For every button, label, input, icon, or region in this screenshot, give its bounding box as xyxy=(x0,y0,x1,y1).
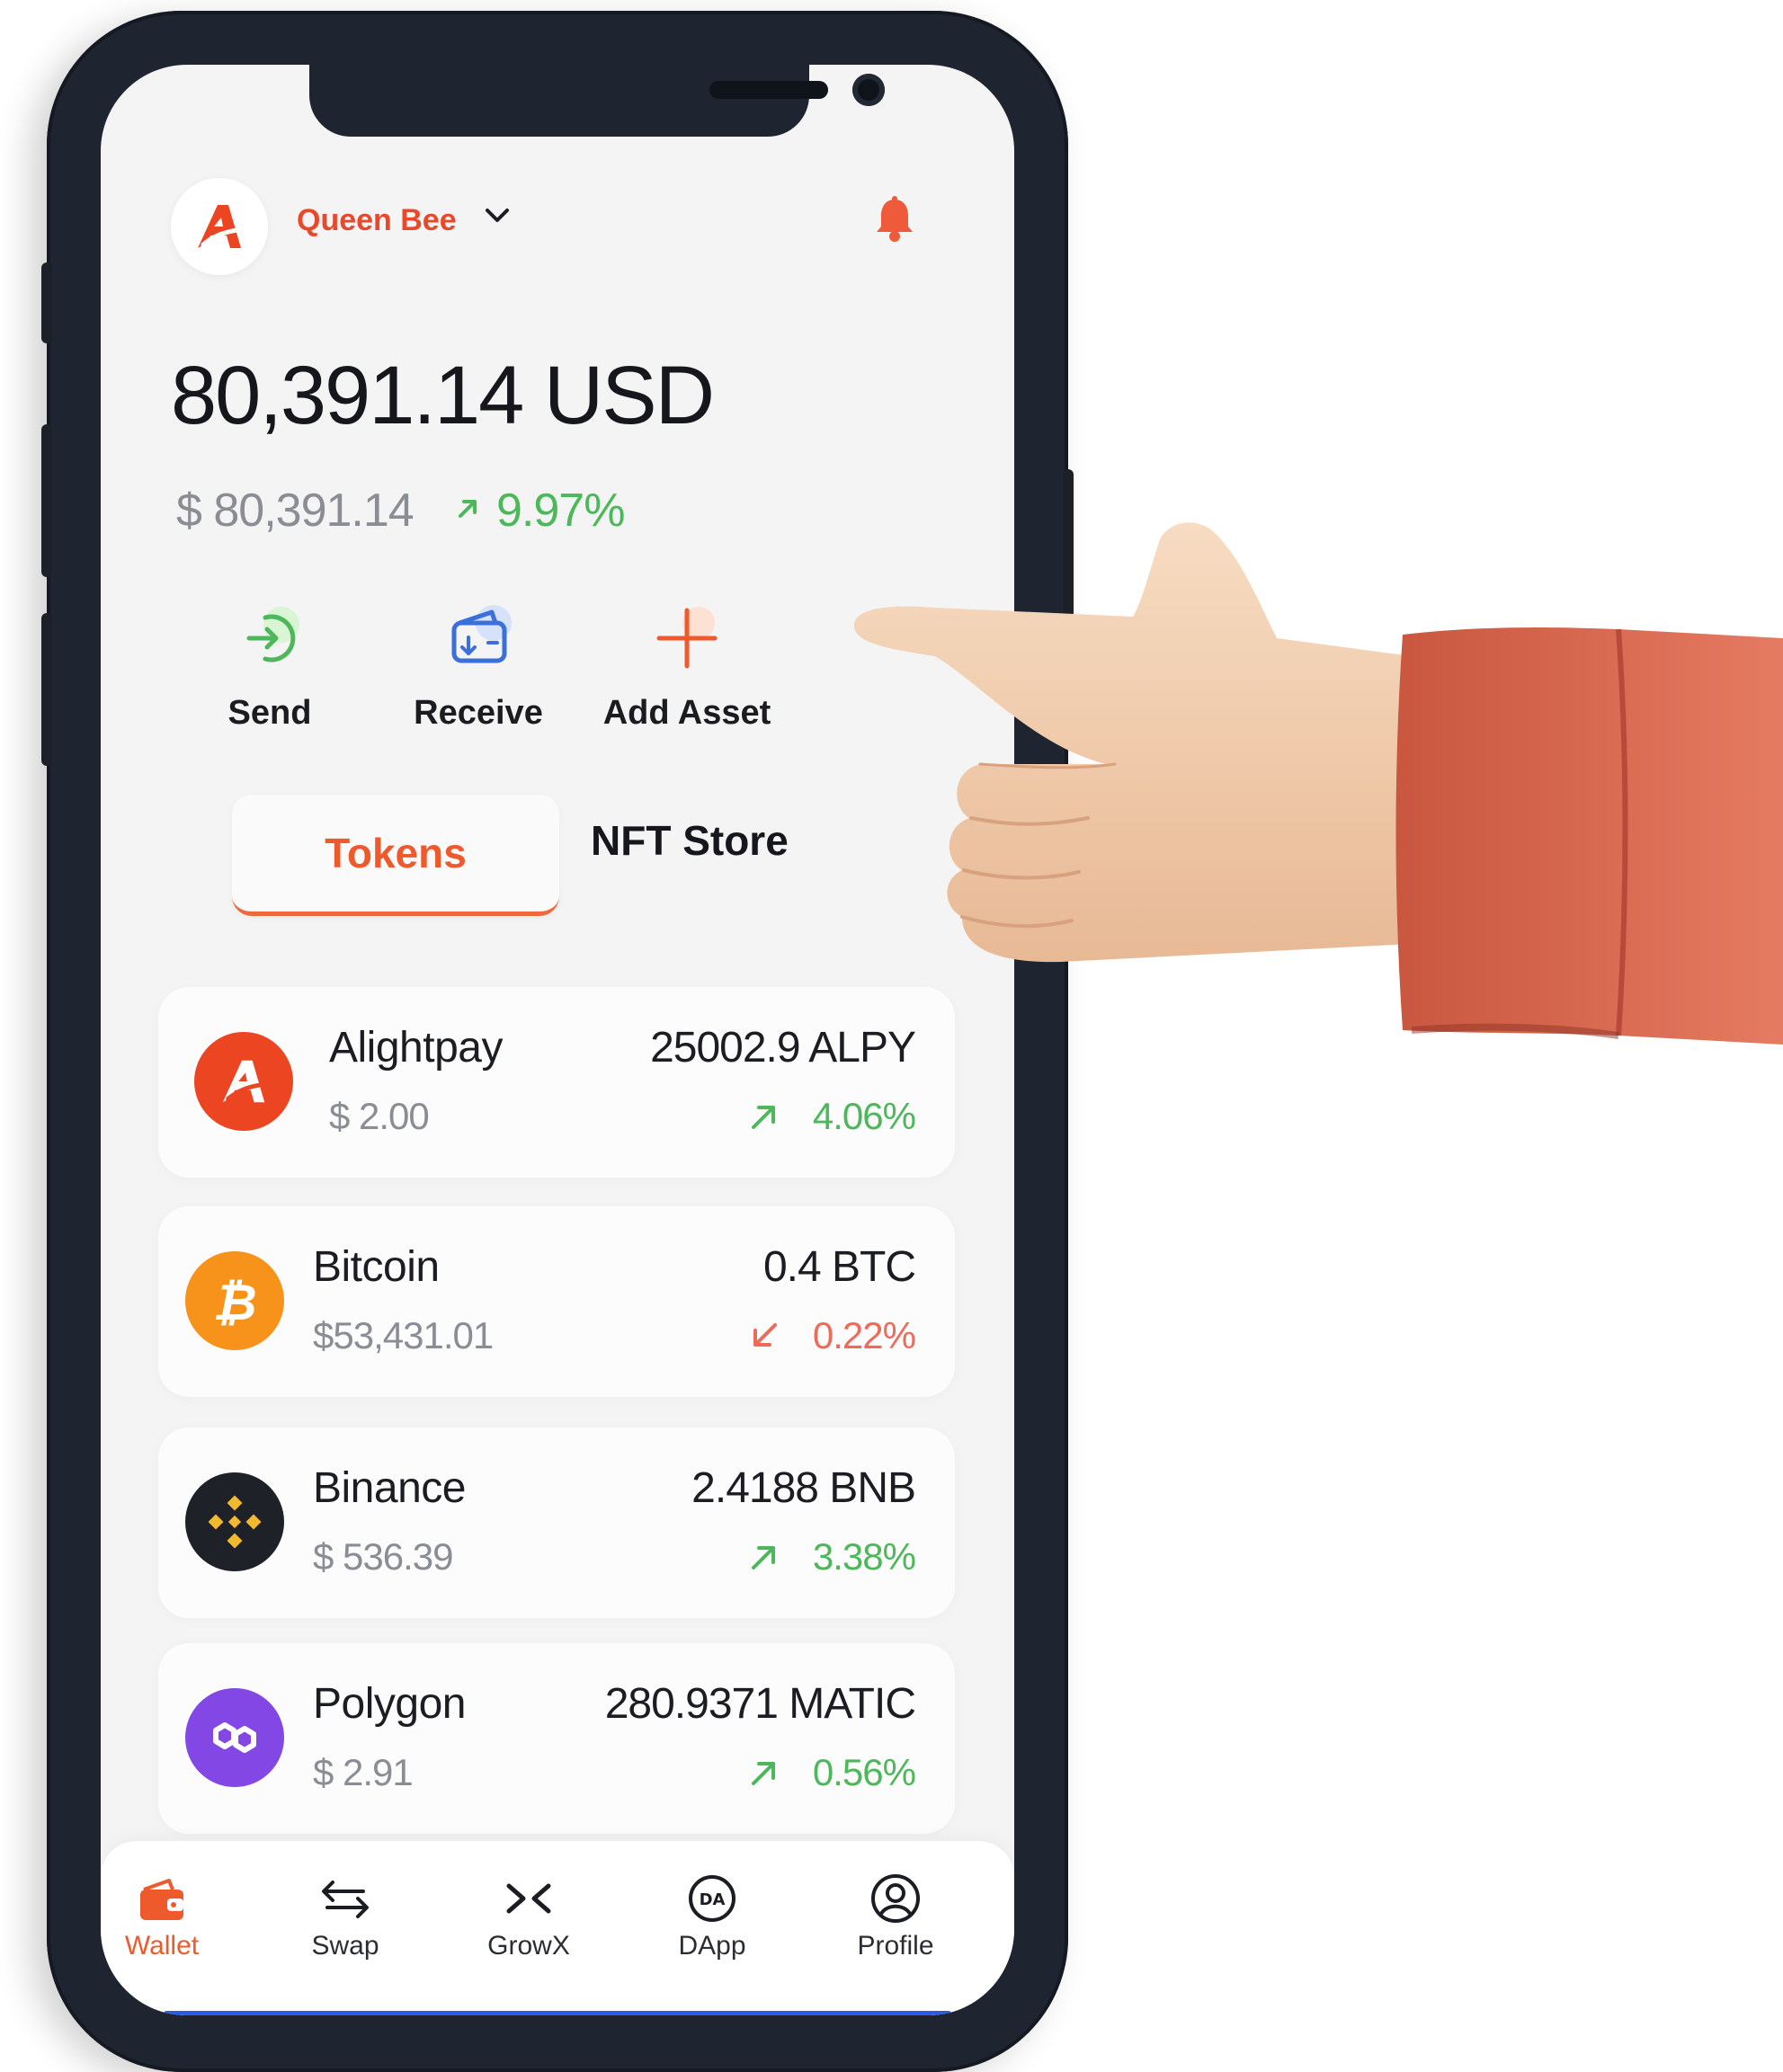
token-row-binance[interactable]: Binance $ 536.39 2.4188 BNB 3.38% xyxy=(158,1427,955,1618)
token-name: Bitcoin xyxy=(313,1243,440,1291)
nav-item-wallet[interactable]: Wallet xyxy=(101,1872,234,1961)
volume-up-button xyxy=(41,424,52,577)
balance-usd: $ 80,391.14 xyxy=(176,485,415,537)
token-price: $53,431.01 xyxy=(313,1314,494,1356)
alightpay-logo-icon xyxy=(198,205,241,248)
token-name: Alightpay xyxy=(329,1024,503,1072)
token-price: $ 2.00 xyxy=(329,1095,430,1137)
profile-icon xyxy=(871,1874,920,1923)
bitcoin-token-icon: ₿ xyxy=(185,1251,284,1350)
token-price: $ 2.91 xyxy=(313,1751,414,1793)
front-camera xyxy=(852,74,885,106)
chevron-down-icon[interactable] xyxy=(484,207,511,225)
speaker-grille xyxy=(709,81,828,99)
send-button[interactable]: Send xyxy=(171,595,369,733)
arrow-up-right-icon xyxy=(751,1762,775,1785)
token-change: 4.06% xyxy=(748,1095,916,1138)
receive-wallet-icon xyxy=(451,605,512,663)
home-indicator xyxy=(164,2011,951,2015)
wallet-icon xyxy=(140,1879,183,1920)
token-row-polygon[interactable]: Polygon $ 2.91 280.9371 MATIC 0.56% xyxy=(158,1643,955,1834)
send-label: Send xyxy=(227,694,312,732)
arrow-down-left-icon xyxy=(753,1323,777,1347)
add-asset-label: Add Asset xyxy=(602,694,771,732)
nav-label: GrowX xyxy=(487,1931,570,1961)
token-price: $ 536.39 xyxy=(313,1535,453,1578)
plus-icon xyxy=(656,607,718,669)
token-amount: 2.4188 BNB xyxy=(691,1464,916,1512)
nav-item-swap[interactable]: Swap xyxy=(273,1872,417,1961)
nav-item-growx[interactable]: GrowX xyxy=(457,1872,601,1961)
token-change-value: 0.56% xyxy=(812,1751,916,1793)
nav-label: DApp xyxy=(678,1931,746,1961)
account-name[interactable]: Queen Bee xyxy=(297,203,457,238)
token-name: Binance xyxy=(313,1464,466,1512)
send-icon xyxy=(246,607,299,663)
nav-label: Wallet xyxy=(124,1931,200,1961)
notch xyxy=(309,65,885,137)
svg-text:DA: DA xyxy=(700,1890,726,1909)
dapp-icon: DA xyxy=(689,1875,735,1922)
nav-item-profile[interactable]: Profile xyxy=(824,1872,967,1961)
svg-text:₿: ₿ xyxy=(212,1274,256,1332)
receive-label: Receive xyxy=(414,694,543,732)
token-change: 3.38% xyxy=(748,1535,916,1578)
arrow-up-right-icon xyxy=(751,1546,775,1570)
swap-icon xyxy=(322,1881,369,1918)
receive-button[interactable]: Receive xyxy=(379,595,577,733)
bell-icon[interactable] xyxy=(874,196,915,243)
account-avatar[interactable] xyxy=(171,178,268,275)
token-change-value: 0.22% xyxy=(812,1314,916,1356)
token-amount: 0.4 BTC xyxy=(762,1243,916,1291)
total-balance: 80,391.14 USD xyxy=(171,350,715,441)
token-name: Polygon xyxy=(313,1680,466,1728)
alightpay-token-icon xyxy=(194,1032,293,1131)
arrow-up-right-icon xyxy=(751,1106,775,1129)
nav-label: Profile xyxy=(857,1931,934,1961)
token-change: 0.56% xyxy=(748,1751,916,1794)
mute-switch xyxy=(41,262,52,343)
add-asset-button[interactable]: Add Asset xyxy=(588,595,786,733)
growx-icon xyxy=(506,1883,551,1914)
token-change-value: 4.06% xyxy=(812,1095,916,1137)
arrow-up-right-icon xyxy=(459,500,477,518)
binance-token-icon xyxy=(185,1472,284,1571)
nav-item-dapp[interactable]: DA DApp xyxy=(640,1872,784,1961)
tab-tokens[interactable]: Tokens xyxy=(232,795,559,916)
token-row-bitcoin[interactable]: ₿ Bitcoin $53,431.01 0.4 BTC 0.22% xyxy=(158,1206,955,1397)
volume-down-button xyxy=(41,613,52,766)
nav-label: Swap xyxy=(311,1931,379,1961)
tab-nft-store[interactable]: NFT Store xyxy=(591,816,789,865)
bottom-navigation: Wallet Swap GrowX DA DApp Profile xyxy=(101,1841,1014,2015)
polygon-token-icon xyxy=(185,1688,284,1787)
token-change-value: 3.38% xyxy=(812,1535,916,1578)
pointing-hand-illustration xyxy=(854,522,1783,1045)
balance-change-percent: 9.97% xyxy=(496,485,625,537)
token-amount: 280.9371 MATIC xyxy=(604,1680,916,1728)
token-change: 0.22% xyxy=(748,1314,916,1357)
